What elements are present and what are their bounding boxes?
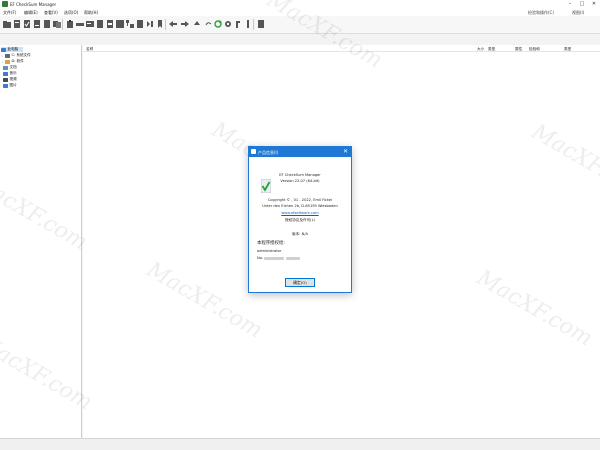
tree-item-this-pc[interactable]: 此电脑 — [1, 47, 23, 52]
tree-item-documents[interactable]: 文档 — [3, 65, 17, 70]
edition-label: 版本: N/A — [292, 232, 308, 236]
undo-icon[interactable] — [203, 19, 212, 29]
refresh-icon[interactable] — [42, 19, 51, 29]
title-bar: EF CheckSum Manager – □ ✕ — [0, 0, 600, 8]
menu-checksum-ops[interactable]: 检验和操作(C) — [528, 10, 554, 16]
tree-item-pictures[interactable]: 图片 — [3, 83, 17, 88]
hash-icon[interactable] — [105, 19, 114, 29]
sync-icon[interactable] — [213, 19, 222, 29]
info-icon[interactable] — [233, 19, 242, 29]
tree-item-drive-d[interactable]: › D: 软件 — [1, 59, 24, 64]
menu-bar: 文件(F) 编辑(E) 查看(V) 选项(O) 帮助(H) 检验和操作(C) 视… — [0, 8, 600, 16]
documents-icon — [3, 65, 8, 70]
serial-redacted — [286, 257, 300, 260]
toolbar-separator — [253, 19, 254, 30]
dialog-title-bar: 产品信息(I) ✕ — [249, 147, 351, 157]
search-icon[interactable] — [135, 19, 144, 29]
exit-icon[interactable] — [256, 19, 265, 29]
column-size[interactable]: 大小 — [477, 47, 484, 52]
create-icon[interactable] — [12, 19, 21, 29]
forward-icon[interactable] — [180, 19, 189, 29]
close-button[interactable]: ✕ — [588, 0, 600, 8]
rename-icon[interactable] — [85, 19, 94, 29]
column-checksum[interactable]: 检验和 — [529, 47, 540, 52]
menu-options[interactable]: 选项(O) — [64, 10, 78, 16]
drive-icon — [5, 53, 10, 58]
tree-item-drive-c[interactable]: › C: 系统文件 — [1, 53, 31, 58]
book-icon[interactable] — [243, 19, 252, 29]
tree-icon[interactable] — [125, 19, 134, 29]
properties-icon[interactable] — [95, 19, 104, 29]
pictures-icon — [3, 83, 8, 88]
menu-view[interactable]: 查看(V) — [44, 10, 58, 16]
tree-item-videos[interactable]: 视频 — [3, 77, 17, 82]
recalc-icon[interactable] — [32, 19, 41, 29]
serial-redacted — [264, 257, 284, 260]
copy-icon[interactable] — [52, 19, 61, 29]
delete-icon[interactable] — [75, 19, 84, 29]
application-window: EF CheckSum Manager – □ ✕ 文件(F) 编辑(E) 查看… — [0, 0, 600, 450]
toolbar — [0, 16, 600, 34]
minimize-button[interactable]: – — [564, 0, 576, 8]
verify-icon[interactable] — [22, 19, 31, 29]
about-dialog: 产品信息(I) ✕ EF CheckSum Manager Version 22… — [248, 146, 352, 293]
address-text: Unter den Eichen 2b, D-65195 Wiesbaden — [262, 204, 338, 208]
website-link[interactable]: www.efsoftware.com — [281, 211, 318, 215]
dialog-close-button[interactable]: ✕ — [343, 148, 348, 156]
chevron-right-icon[interactable]: › — [1, 60, 4, 64]
menu-file[interactable]: 文件(F) — [3, 10, 16, 16]
app-icon — [2, 1, 8, 7]
menu-view-right[interactable]: 视图(I) — [572, 10, 584, 16]
product-version: Version 22.07 (64-bit) — [280, 179, 320, 183]
window-title: EF CheckSum Manager — [10, 1, 57, 7]
column-attributes[interactable]: 属性 — [515, 47, 522, 52]
computer-icon — [1, 47, 6, 52]
registered-heading: 本程序授权给: — [257, 241, 285, 246]
export-icon[interactable] — [145, 19, 154, 29]
status-bar — [0, 438, 600, 450]
dialog-title: 产品信息(I) — [258, 149, 279, 155]
list-header: 名称 大小 类型 属性 检验和 类型 — [83, 45, 600, 52]
toolbar-separator — [165, 19, 166, 30]
folder-icon[interactable] — [2, 19, 11, 29]
video-icon — [3, 77, 8, 82]
ok-button[interactable]: 确定(O) — [285, 278, 315, 287]
registered-user: administrator — [257, 249, 282, 253]
toolbar-separator — [62, 19, 63, 30]
license-link[interactable]: 授权协议及许可(L) — [249, 218, 351, 223]
back-icon[interactable] — [168, 19, 177, 29]
bookmark-icon[interactable] — [155, 19, 164, 29]
up-icon[interactable] — [192, 19, 201, 29]
menu-help[interactable]: 帮助(H) — [84, 10, 98, 16]
filter-icon[interactable] — [115, 19, 124, 29]
column-name[interactable]: 名称 — [86, 47, 93, 52]
menu-edit[interactable]: 编辑(E) — [24, 10, 38, 16]
copyright-text: Copyright © , 01 - 2022, Emil Fickel — [267, 198, 333, 202]
product-name: EF CheckSum Manager — [279, 173, 321, 177]
column-checksum-type[interactable]: 类型 — [564, 47, 571, 52]
folder-tree: 此电脑 › C: 系统文件 › D: 软件 文档 音乐 视频 图片 — [0, 45, 82, 438]
maximize-button[interactable]: □ — [576, 0, 588, 8]
settings-icon[interactable] — [223, 19, 232, 29]
paste-icon[interactable] — [65, 19, 74, 29]
column-type[interactable]: 类型 — [488, 47, 495, 52]
music-icon — [3, 71, 8, 76]
tree-item-music[interactable]: 音乐 — [3, 71, 17, 76]
website-row: www.efsoftware.com — [249, 211, 351, 215]
app-icon — [251, 149, 256, 154]
serial-label: No. — [257, 256, 263, 260]
drive-icon — [5, 59, 10, 64]
chevron-right-icon[interactable]: › — [1, 54, 4, 58]
